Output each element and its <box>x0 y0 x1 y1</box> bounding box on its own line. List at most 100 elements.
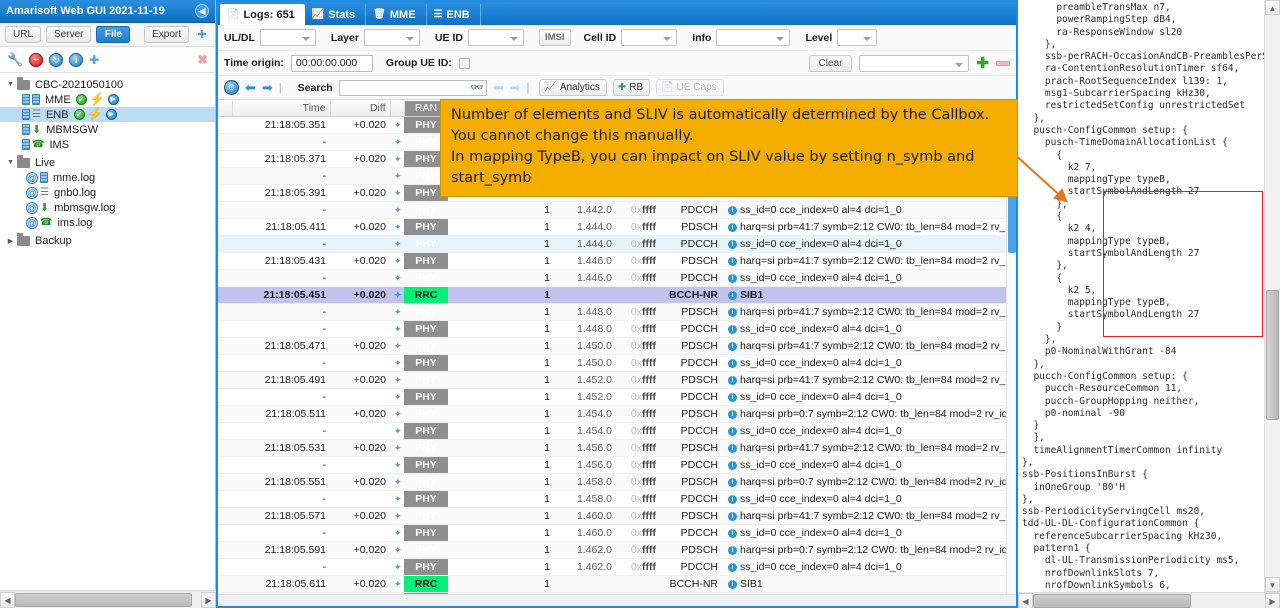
expand-icon[interactable]: ✦ <box>394 324 402 334</box>
group-ue-checkbox[interactable] <box>458 57 470 69</box>
tab-logs[interactable]: 📄 Logs: 651 <box>220 4 305 25</box>
add-puzzle-icon[interactable]: ✚ <box>89 53 99 67</box>
expand-icon[interactable]: ✦ <box>394 409 402 419</box>
col-time[interactable]: Time <box>232 101 331 117</box>
rb-button[interactable]: ✚ RB <box>612 79 651 96</box>
filter-select-cellid[interactable] <box>621 29 678 46</box>
arrow-left-icon[interactable]: ⬅ <box>245 81 256 94</box>
expand-icon[interactable]: ✦ <box>394 545 402 555</box>
search-next-icon[interactable]: ➡ <box>510 81 521 94</box>
expand-icon[interactable]: ✦ <box>394 256 402 266</box>
binoculars-icon[interactable]: 👓 <box>470 81 484 94</box>
table-row[interactable]: 21:18:05.431 +0.020 ✦ PHY 1 1.446.0 0xffff PDSC… <box>218 252 1008 270</box>
expand-icon[interactable]: ✦ <box>394 222 402 232</box>
minus-icon[interactable] <box>996 60 1010 66</box>
expand-icon[interactable]: ✦ <box>394 494 402 504</box>
chevron-down-icon[interactable]: ▼ <box>4 81 17 88</box>
expand-icon[interactable]: ✦ <box>394 443 402 453</box>
imsi-button[interactable]: IMSI <box>538 29 571 46</box>
expand-icon[interactable]: ✦ <box>394 562 402 572</box>
table-row[interactable]: - ✦ PHY 1 1.442.0 0xffff PDCCH i ss_id=0 cce_ind… <box>218 201 1008 219</box>
delete-icon[interactable]: ✖ <box>197 52 208 68</box>
table-row[interactable]: 21:18:05.411 +0.020 ✦ PHY 1 1.444.0 0xffff PDSC… <box>218 218 1008 236</box>
tree-item-mme[interactable]: MME ✓ ⚡ ▶ <box>0 92 215 107</box>
arrow-right-icon[interactable]: ➡ <box>262 81 273 94</box>
expand-icon[interactable]: ✦ <box>394 205 402 215</box>
table-row[interactable]: - ✦ PHY 1 1.444.0 0xffff PDCCH i ss_id=0 cce_ind… <box>218 235 1008 253</box>
time-origin-input[interactable]: 00:00:00.000 <box>290 54 373 72</box>
collapse-sidebar-icon[interactable]: ◀ <box>195 4 209 18</box>
table-row[interactable]: - ✦ PHY 1 1.452.0 0xffff PDCCH i ss_id=0 cce_ind… <box>218 388 1008 406</box>
source-url-button[interactable]: URL <box>5 26 42 43</box>
table-row[interactable]: 21:18:05.531 +0.020 ✦ PHY 1 1.456.0 0xffff PDSC… <box>218 439 1008 457</box>
expand-icon[interactable]: ✦ <box>394 171 402 181</box>
tab-mme[interactable]: 🗑 MME <box>366 4 427 25</box>
filter-select-info[interactable] <box>716 29 791 46</box>
table-row[interactable]: 21:18:05.511 +0.020 ✦ PHY 1 1.454.0 0xffff PDSC… <box>218 405 1008 423</box>
tab-stats[interactable]: 📈 Stats <box>305 4 367 25</box>
expand-icon[interactable]: ✦ <box>394 358 402 368</box>
expand-icon[interactable]: ✦ <box>394 290 402 300</box>
table-row[interactable]: 21:18:05.491 +0.020 ✦ PHY 1 1.452.0 0xffff PDSC… <box>218 371 1008 389</box>
tree-item-enb[interactable]: ☰ ENB ✓ ⚡ ▶ <box>0 107 215 122</box>
scroll-thumb[interactable] <box>1266 290 1279 420</box>
tree-item-cbc[interactable]: ▼ CBC-2021050100 <box>0 76 215 92</box>
filter-select-layer[interactable] <box>363 29 420 46</box>
scroll-down-icon[interactable]: ▼ <box>1265 577 1280 592</box>
sidebar-horizontal-scrollbar[interactable]: ◀ ▶ <box>0 590 216 608</box>
table-horizontal-scrollbar[interactable] <box>218 594 1016 606</box>
scroll-up-icon[interactable]: ▲ <box>1265 0 1280 15</box>
filter-select-ueid[interactable] <box>467 29 524 46</box>
scroll-left-icon[interactable]: ◀ <box>0 591 15 608</box>
info-icon[interactable]: i <box>69 52 84 67</box>
preset-select[interactable] <box>859 54 970 72</box>
expand-icon[interactable]: ✦ <box>394 154 402 164</box>
config-horizontal-scrollbar[interactable]: ◀ ▶ <box>1018 592 1280 608</box>
tree-item-mbmsgw[interactable]: ⬇ MBMSGW <box>0 122 215 137</box>
expand-icon[interactable]: ✦ <box>394 579 402 589</box>
scroll-right-icon[interactable]: ▶ <box>1265 592 1280 608</box>
wrench-icon[interactable]: 🔧 <box>7 52 23 68</box>
table-row[interactable]: 21:18:05.451 +0.020 ✦ RRC 1 BCCH-NR i SIB1 <box>218 286 1008 304</box>
clock-icon[interactable]: ⏱ <box>224 80 239 95</box>
table-row[interactable]: 21:18:05.591 +0.020 ✦ PHY 1 1.462.0 0xffff PDSC… <box>218 541 1008 559</box>
expand-icon[interactable]: ✦ <box>394 273 402 283</box>
table-row[interactable]: - ✦ PHY 1 1.446.0 0xffff PDCCH i ss_id=0 cce_ind… <box>218 269 1008 287</box>
expand-icon[interactable]: ✦ <box>394 392 402 402</box>
tree-item-backup[interactable]: ▶ Backup <box>0 232 215 248</box>
tree-item-ims-log[interactable]: @ ☎ ims.log <box>0 215 215 230</box>
table-row[interactable]: - ✦ PHY 1 1.450.0 0xffff PDCCH i ss_id=0 cce_ind… <box>218 354 1008 372</box>
table-row[interactable]: - ✦ PHY 1 1.454.0 0xffff PDCCH i ss_id=0 cce_ind… <box>218 422 1008 440</box>
expand-icon[interactable]: ✦ <box>394 188 402 198</box>
tree-item-mme-log[interactable]: @ mme.log <box>0 170 215 185</box>
table-row[interactable]: - ✦ PHY 1 1.448.0 0xffff PDCCH i ss_id=0 cce_ind… <box>218 320 1008 338</box>
play-icon[interactable]: ▶ <box>107 94 119 105</box>
scroll-thumb[interactable] <box>1033 593 1191 608</box>
filter-select-uldl[interactable] <box>259 29 316 46</box>
expand-icon[interactable]: ✦ <box>394 511 402 521</box>
source-server-button[interactable]: Server <box>46 26 92 43</box>
expand-icon[interactable]: ✦ <box>394 460 402 470</box>
scroll-right-icon[interactable]: ▶ <box>201 591 216 608</box>
export-button[interactable]: Export <box>144 26 189 43</box>
expand-icon[interactable]: ✦ <box>394 477 402 487</box>
table-row[interactable]: 21:18:05.551 +0.020 ✦ PHY 1 1.458.0 0xffff PDSC… <box>218 473 1008 491</box>
table-row[interactable]: - ✦ PHY 1 1.460.0 0xffff PDCCH i ss_id=0 cce_ind… <box>218 524 1008 542</box>
tree-item-mbmsgw-log[interactable]: @ ⬇ mbmsgw.log <box>0 200 215 215</box>
search-input[interactable] <box>338 79 487 96</box>
filter-select-level[interactable] <box>837 29 878 46</box>
table-row[interactable]: 21:18:05.571 +0.020 ✦ PHY 1 1.460.0 0xffff PDSC… <box>218 507 1008 525</box>
scroll-thumb[interactable] <box>15 592 192 607</box>
expand-icon[interactable]: ✦ <box>394 239 402 249</box>
source-file-button[interactable]: File <box>96 26 131 43</box>
table-row[interactable]: 21:18:05.611 +0.020 ✦ RRC 1 BCCH-NR i SIB1 <box>218 575 1008 593</box>
expand-icon[interactable]: ✦ <box>394 137 402 147</box>
chevron-right-icon[interactable]: ▶ <box>4 237 17 245</box>
table-row[interactable]: - ✦ PHY 1 1.458.0 0xffff PDCCH i ss_id=0 cce_ind… <box>218 490 1008 508</box>
table-row[interactable]: - ✦ PHY 1 1.456.0 0xffff PDCCH i ss_id=0 cce_ind… <box>218 456 1008 474</box>
play-icon[interactable]: ▶ <box>105 109 117 120</box>
stop-icon[interactable]: – <box>29 52 44 67</box>
expand-icon[interactable]: ✦ <box>394 120 402 130</box>
table-row[interactable]: 21:18:05.471 +0.020 ✦ PHY 1 1.450.0 0xffff PDSC… <box>218 337 1008 355</box>
plus-icon[interactable]: ✚ <box>976 56 989 71</box>
